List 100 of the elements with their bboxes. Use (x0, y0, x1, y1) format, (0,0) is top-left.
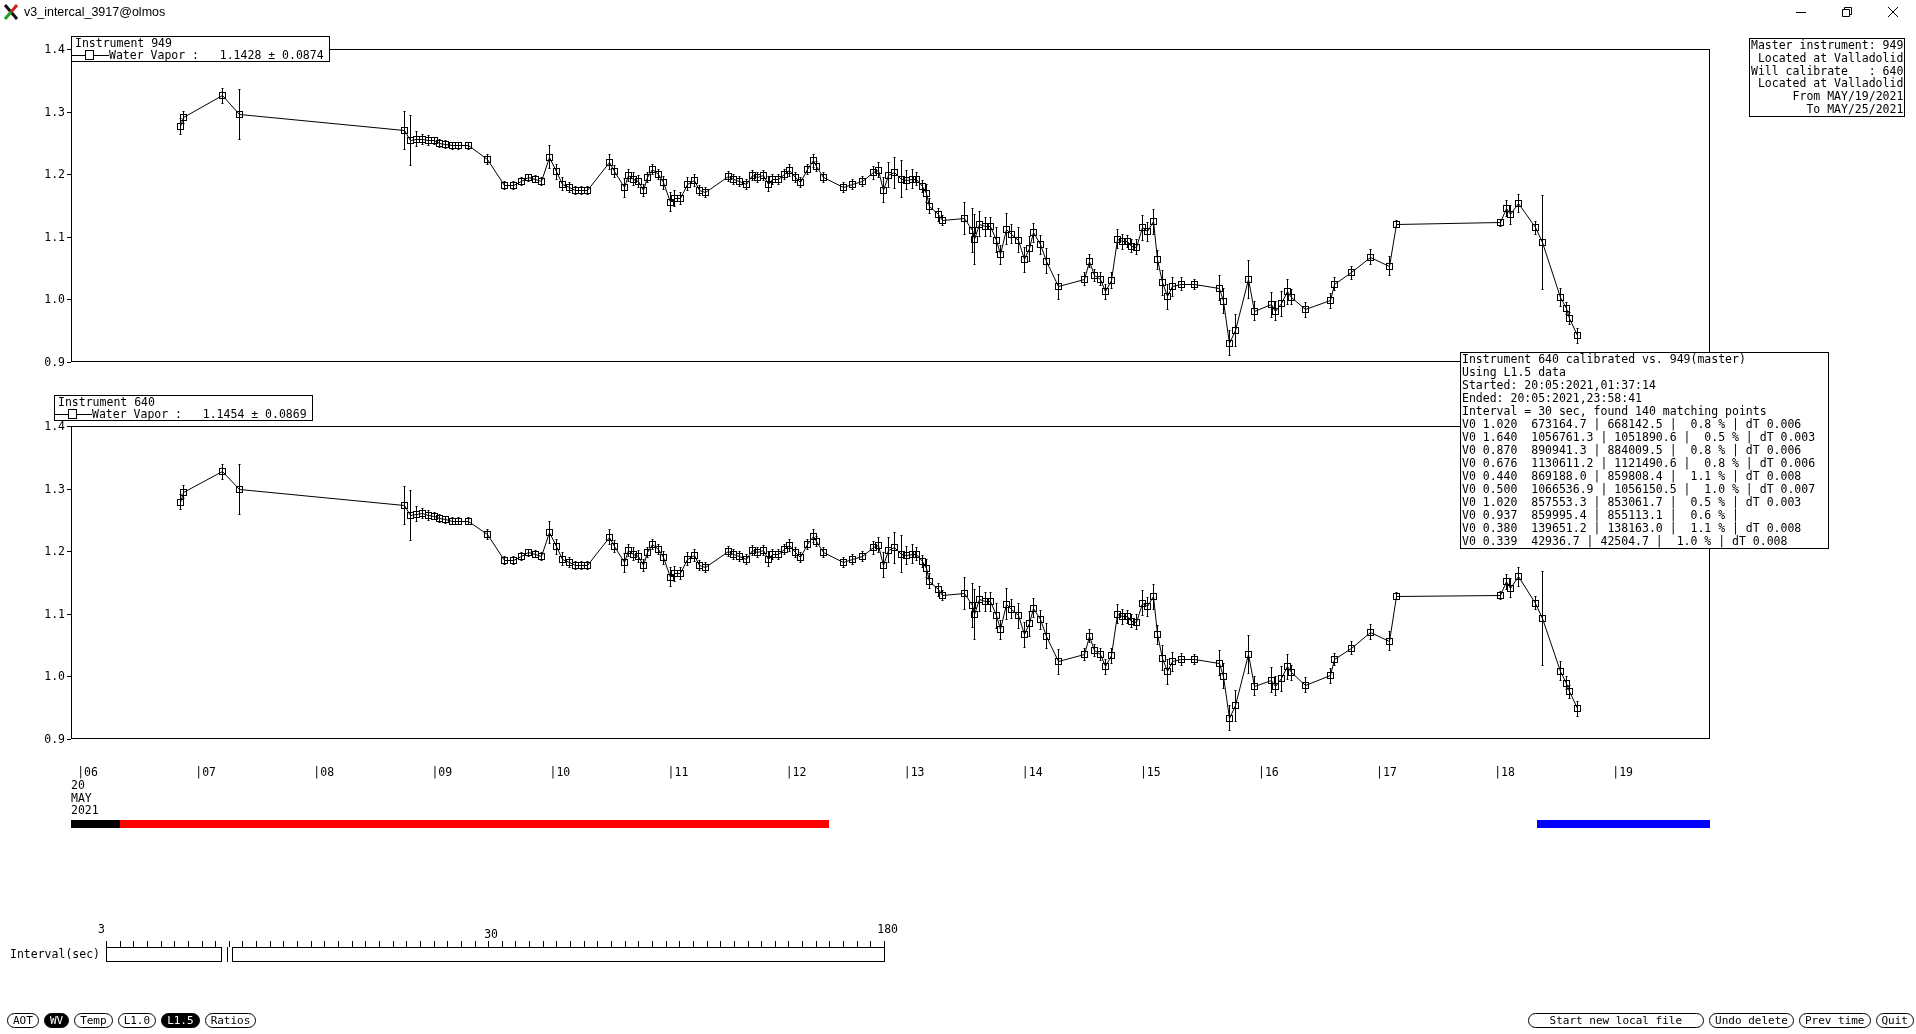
data-point (1081, 272, 1088, 286)
axis-tick-label: 1.0 (44, 292, 65, 307)
info-line: Located at Valladolid (1756, 51, 1904, 65)
axis-tick-label: |09 (431, 765, 453, 779)
info-line: Will calibrate : 640 (1751, 64, 1904, 78)
report-line: Started: 20:05:2021,01:37:14 (1462, 379, 1657, 392)
data-point (484, 529, 491, 540)
data-point (1348, 266, 1355, 280)
data-point (1251, 301, 1258, 321)
report-line: V0 0.676 1130611.2 | 1121490.6 | 0.8 % | dT 0.006 (1462, 457, 1817, 470)
report-line: Ended: 20:05:2021,23:58:41 (1462, 392, 1643, 405)
window-title: v3_intercal_3917@olmos (24, 5, 167, 19)
data-point (849, 554, 856, 565)
data-point (859, 551, 866, 562)
axis-tick-label: |14 (1021, 765, 1043, 779)
axis-tick-label: |06 (77, 765, 98, 779)
data-point (1331, 277, 1338, 291)
report-line: V0 1.640 1056761.3 | 1051890.6 | 0.5 % | dT 0.003 (1462, 431, 1817, 444)
legend-title: Instrument 640 (57, 396, 156, 408)
legend-title: Instrument 949 (74, 37, 173, 49)
action-button[interactable]: Undo delete (1709, 1013, 1794, 1028)
data-point (1302, 302, 1309, 318)
data-point (1191, 654, 1198, 665)
axis-tick-label: 1.1 (44, 606, 65, 621)
action-button[interactable]: Prev time (1798, 1013, 1871, 1028)
data-point (219, 464, 226, 480)
data-point (465, 517, 472, 525)
axis-tick-label: 1.4 (44, 419, 65, 433)
scale-label: 180 (877, 923, 898, 936)
data-point (1386, 631, 1393, 651)
data-point (1302, 677, 1309, 693)
axis-tick-label: |07 (195, 765, 216, 779)
axis-tick-label: |11 (667, 765, 689, 779)
data-point (1178, 653, 1185, 666)
info-line: To MAY/25/2021 (1805, 103, 1904, 116)
data-point (1331, 653, 1338, 666)
axis-tick-label: 1.4 (44, 42, 65, 56)
report-line: Interval = 30 sec, found 140 matching points (1462, 405, 1768, 418)
axis-tick-label: |15 (1139, 765, 1161, 779)
toggle-button[interactable]: L1.5 (161, 1013, 200, 1028)
legend-entry: Water Vapor : 1.1428 ± 0.0874 (109, 49, 324, 61)
info-line: Master instrument: 949 (1751, 39, 1904, 52)
data-point (1055, 649, 1062, 675)
data-point (501, 181, 508, 190)
axis-tick-label: 1.3 (44, 481, 65, 496)
data-point (219, 88, 226, 104)
data-point (859, 176, 866, 187)
axis-tick-label: |18 (1494, 765, 1515, 779)
toggle-button[interactable]: Ratios (204, 1013, 257, 1028)
axis-tick-label: 1.2 (44, 544, 65, 559)
info-line: Located at Valladolid (1756, 77, 1904, 91)
axis-tick-label: 1.0 (44, 669, 65, 684)
legend-entry: Water Vapor : 1.1454 ± 0.0869 (92, 408, 307, 420)
axis-tick-label: 0.9 (44, 732, 65, 746)
slider-track[interactable] (106, 947, 885, 962)
data-point (840, 182, 847, 193)
date-label: MAY (71, 790, 92, 805)
data-point (1497, 219, 1504, 227)
data-point (1574, 328, 1581, 344)
data-point (1386, 256, 1393, 276)
toggle-button[interactable]: WV (43, 1013, 70, 1028)
axis-tick-label: |13 (903, 765, 925, 779)
axis-tick-label: |08 (313, 765, 335, 779)
axis-tick-label: |12 (785, 765, 807, 779)
action-button[interactable]: Start new local file (1527, 1013, 1705, 1028)
data-point (1245, 260, 1252, 299)
data-point (840, 557, 847, 568)
toggle-button[interactable]: Temp (74, 1013, 113, 1028)
data-point (1178, 277, 1185, 291)
report-line: V0 0.440 869188.0 | 859808.4 | 1.1 % | dT 0.008 (1462, 470, 1803, 483)
data-point (484, 154, 491, 165)
data-point (1191, 279, 1198, 290)
report-line: V0 0.380 139651.2 | 138163.0 | 1.1 % | dT 0.008 (1462, 522, 1803, 535)
report-line: V0 0.937 859995.4 | 855113.1 | 0.6 % | (1462, 509, 1740, 522)
toggle-button[interactable]: AOT (7, 1013, 39, 1028)
report-line: Instrument 640 calibrated vs. 949(master) (1462, 353, 1747, 366)
data-point (1574, 701, 1581, 717)
data-point (236, 89, 243, 140)
axis-tick-label: 0.9 (44, 355, 65, 369)
axis-tick-label: 1.2 (44, 167, 65, 182)
info-line: From MAY/19/2021 (1791, 90, 1904, 103)
toggle-button[interactable]: L1.0 (117, 1013, 157, 1028)
data-point (1393, 220, 1400, 228)
date-label: 20 (71, 778, 85, 792)
data-point (1367, 249, 1374, 265)
scale-label: 3 (98, 923, 105, 936)
action-button[interactable]: Quit (1875, 1013, 1914, 1028)
axis-tick-label: |16 (1258, 765, 1279, 779)
data-point (849, 179, 856, 190)
data-point (1367, 624, 1374, 640)
scale-label: 30 (484, 928, 498, 941)
data-point (465, 142, 472, 150)
close-icon (1887, 6, 1899, 18)
date-label: 2021 (71, 803, 99, 817)
data-point (1348, 641, 1355, 655)
report-line: Using L1.5 data (1462, 366, 1567, 379)
axis-tick-label: 1.3 (44, 104, 65, 119)
report-line: V0 1.020 857553.3 | 853061.7 | 0.5 % | dT 0.003 (1462, 496, 1803, 509)
report-line: V0 0.500 1066536.9 | 1056150.5 | 1.0 % | dT 0.007 (1462, 483, 1817, 496)
axis-tick-label: |10 (549, 765, 571, 779)
